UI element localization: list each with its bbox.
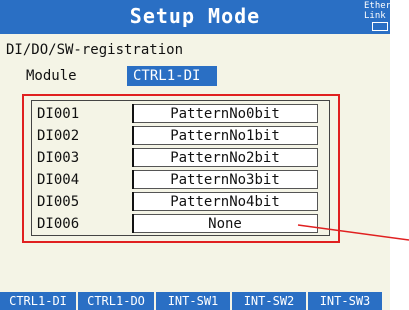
di-row-4: DI004 PatternNo3bit [0, 170, 390, 190]
di-value-field[interactable]: PatternNo1bit [132, 126, 318, 145]
di-value-field[interactable]: None [132, 214, 318, 233]
di-label: DI001 [37, 106, 80, 122]
di-value-field[interactable]: PatternNo0bit [132, 104, 318, 123]
ethernet-label: Ethernet [364, 1, 390, 11]
di-row-3: DI003 PatternNo2bit [0, 148, 390, 168]
di-row-1: DI001 PatternNo0bit [0, 104, 390, 124]
softkey-ctrl1-di[interactable]: CTRL1-DI [0, 292, 76, 310]
di-label: DI003 [37, 150, 80, 166]
softkey-bar: CTRL1-DI CTRL1-DO INT-SW1 INT-SW2 INT-SW… [0, 292, 390, 310]
ethernet-link-indicator: Ethernet Link [364, 1, 390, 34]
di-row-6: DI006 None [0, 214, 390, 234]
module-label: Module [26, 68, 77, 84]
link-status-icon [372, 22, 388, 31]
di-label: DI005 [37, 194, 80, 210]
di-value-field[interactable]: PatternNo4bit [132, 192, 318, 211]
section-title: DI/DO/SW-registration [6, 42, 184, 58]
softkey-int-sw3[interactable]: INT-SW3 [308, 292, 382, 310]
setup-screen: Setup Mode Ethernet Link DI/DO/SW-regist… [0, 0, 390, 310]
di-value-field[interactable]: PatternNo3bit [132, 170, 318, 189]
page-title: Setup Mode [129, 4, 261, 28]
link-label: Link [364, 11, 386, 21]
di-label: DI002 [37, 128, 80, 144]
di-row-2: DI002 PatternNo1bit [0, 126, 390, 146]
di-label: DI006 [37, 216, 80, 232]
header-bar: Setup Mode Ethernet Link [0, 0, 390, 34]
module-select[interactable]: CTRL1-DI [127, 66, 217, 86]
softkey-int-sw2[interactable]: INT-SW2 [232, 292, 306, 310]
di-value-field[interactable]: PatternNo2bit [132, 148, 318, 167]
di-label: DI004 [37, 172, 80, 188]
di-row-5: DI005 PatternNo4bit [0, 192, 390, 212]
softkey-int-sw1[interactable]: INT-SW1 [156, 292, 230, 310]
softkey-ctrl1-do[interactable]: CTRL1-DO [78, 292, 154, 310]
